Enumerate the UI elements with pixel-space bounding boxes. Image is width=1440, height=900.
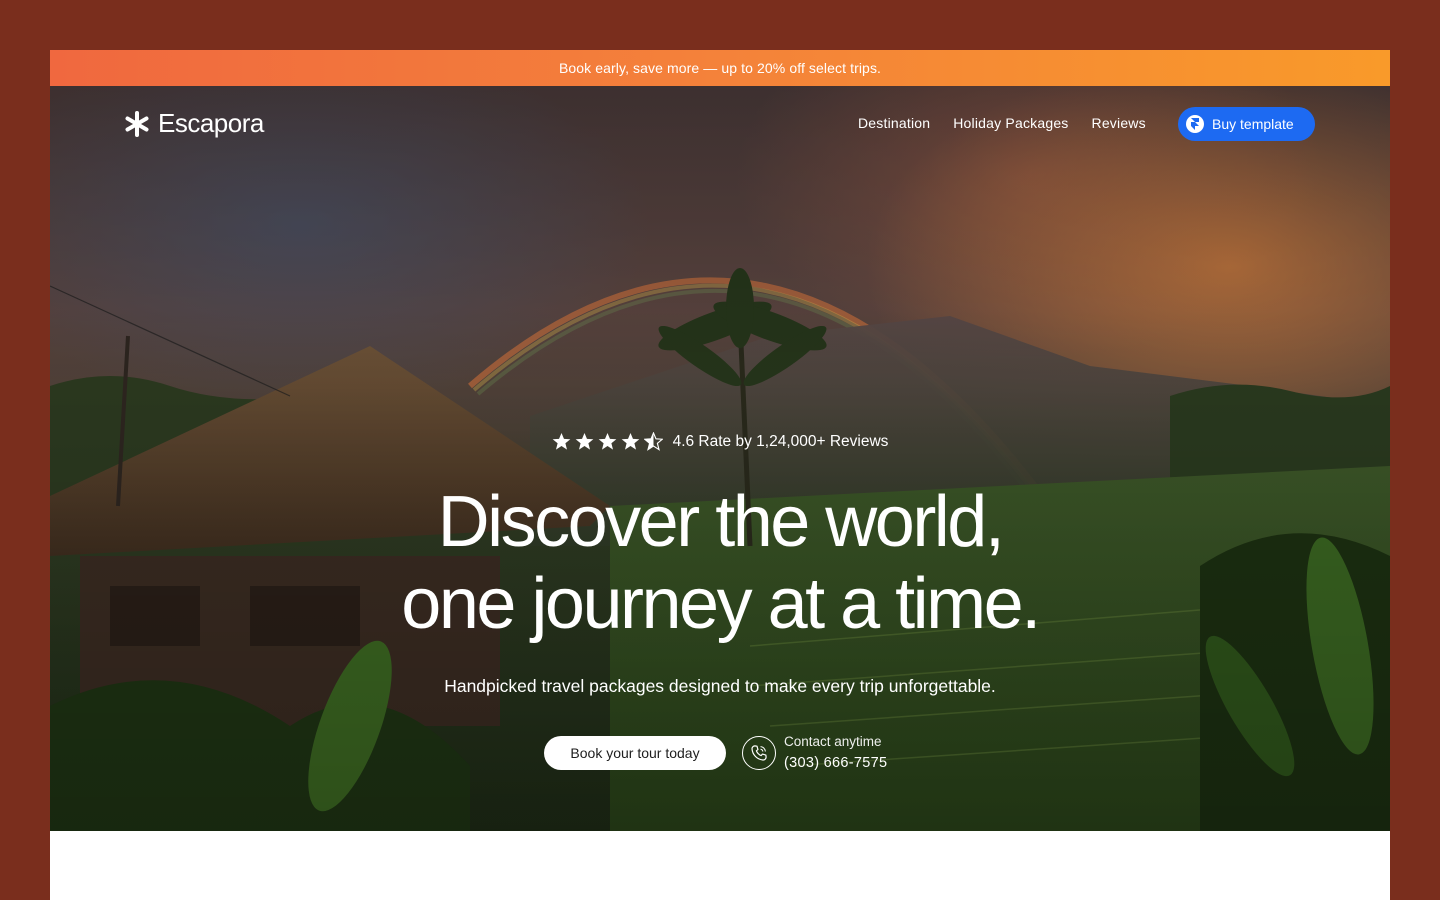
- rating-text: 4.6 Rate by 1,24,000+ Reviews: [672, 432, 889, 450]
- brand-logo[interactable]: Escapora: [124, 108, 264, 139]
- buy-template-button[interactable]: Buy template: [1178, 107, 1315, 141]
- headline-line-2: one journey at a time.: [401, 564, 1041, 644]
- contact-label: Contact anytime: [784, 734, 882, 749]
- star-rating: [552, 432, 663, 451]
- half-star-icon: [643, 432, 663, 451]
- star-icon: [598, 432, 616, 450]
- hero-section: Escapora Destination Holiday Packages Re…: [50, 86, 1390, 831]
- nav-link-destination[interactable]: Destination: [858, 115, 930, 131]
- star-icon: [552, 432, 570, 450]
- framer-icon: [1186, 115, 1204, 133]
- page-frame: Book early, save more — up to 20% off se…: [50, 50, 1390, 900]
- cta-row: Book your tour today Contact anytime (30…: [544, 734, 887, 771]
- contact-phone[interactable]: (303) 666-7575: [784, 755, 887, 771]
- book-tour-label: Book your tour today: [570, 744, 700, 761]
- nav-link-reviews[interactable]: Reviews: [1092, 115, 1146, 131]
- promo-banner[interactable]: Book early, save more — up to 20% off se…: [50, 50, 1390, 86]
- star-icon: [575, 432, 593, 450]
- promo-text: Book early, save more — up to 20% off se…: [558, 60, 882, 76]
- top-navigation: Escapora Destination Holiday Packages Re…: [50, 86, 1390, 162]
- headline-line-1: Discover the world,: [437, 482, 1005, 562]
- buy-template-label: Buy template: [1212, 116, 1294, 132]
- brand-name: Escapora: [158, 108, 264, 138]
- asterisk-icon: [125, 110, 149, 137]
- contact-block[interactable]: Contact anytime (303) 666-7575: [742, 734, 887, 771]
- phone-icon: [742, 735, 776, 770]
- rating-summary: 4.6 Rate by 1,24,000+ Reviews: [50, 432, 1390, 451]
- contact-text: Contact anytime (303) 666-7575: [784, 734, 887, 771]
- nav-links: Destination Holiday Packages Reviews: [858, 115, 1146, 131]
- hero-subtitle: Handpicked travel packages designed to m…: [444, 676, 996, 696]
- nav-link-holiday-packages[interactable]: Holiday Packages: [953, 115, 1068, 131]
- book-tour-button[interactable]: Book your tour today: [544, 735, 726, 770]
- hero-overlay: [50, 86, 1390, 831]
- star-icon: [621, 432, 639, 450]
- hero-headline: Discover the world, one journey at a tim…: [50, 481, 1390, 645]
